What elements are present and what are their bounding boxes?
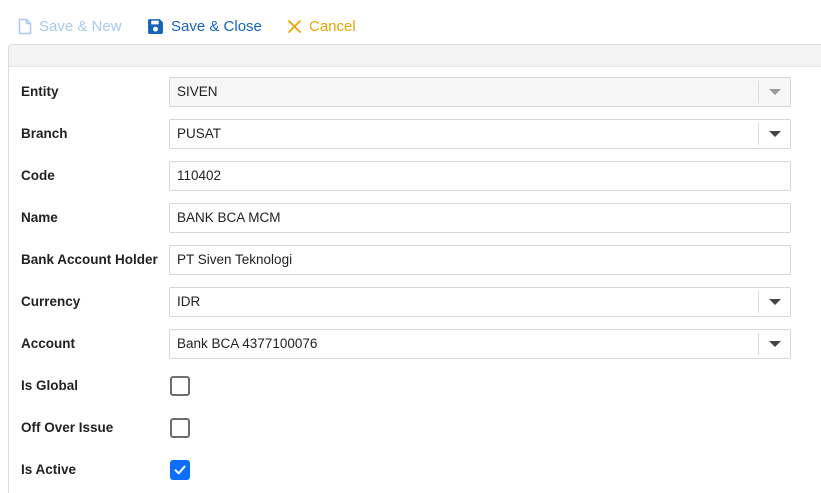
currency-row: Currency IDR xyxy=(0,287,821,317)
chevron-down-icon xyxy=(768,131,781,137)
bank-account-holder-input[interactable]: PT Siven Teknologi xyxy=(169,245,791,275)
close-icon xyxy=(288,19,301,33)
entity-row: Entity SIVEN xyxy=(0,77,821,107)
account-dropdown-toggle[interactable] xyxy=(758,333,790,355)
bank-account-holder-row: Bank Account Holder PT Siven Teknologi xyxy=(0,245,821,275)
account-label: Account xyxy=(21,336,75,351)
save-and-close-label: Save & Close xyxy=(171,17,262,35)
is-active-checkbox[interactable] xyxy=(170,460,190,480)
file-icon xyxy=(18,18,32,34)
branch-value: PUSAT xyxy=(177,126,222,141)
chevron-down-icon xyxy=(768,341,781,347)
branch-dropdown-toggle[interactable] xyxy=(758,123,790,145)
code-value: 110402 xyxy=(177,168,222,183)
currency-dropdown-toggle[interactable] xyxy=(758,291,790,313)
branch-row: Branch PUSAT xyxy=(0,119,821,149)
is-active-row: Is Active xyxy=(0,455,821,485)
off-over-issue-row: Off Over Issue xyxy=(0,413,821,443)
is-global-label: Is Global xyxy=(21,378,79,393)
floppy-disk-icon xyxy=(148,18,163,34)
code-input[interactable]: 110402 xyxy=(169,161,791,191)
currency-value: IDR xyxy=(177,294,201,309)
form-page: Save & New Save & Close Cancel Entity SI… xyxy=(0,0,821,493)
branch-label: Branch xyxy=(21,126,68,141)
is-active-label: Is Active xyxy=(21,462,77,477)
name-input[interactable]: BANK BCA MCM xyxy=(169,203,791,233)
currency-select[interactable]: IDR xyxy=(169,287,791,317)
name-label: Name xyxy=(21,210,58,225)
chevron-down-icon xyxy=(768,299,781,305)
branch-select[interactable]: PUSAT xyxy=(169,119,791,149)
code-label: Code xyxy=(21,168,55,183)
bank-account-holder-value: PT Siven Teknologi xyxy=(177,252,293,267)
save-and-new-button[interactable]: Save & New xyxy=(18,14,122,38)
account-select[interactable]: Bank BCA 4377100076 xyxy=(169,329,791,359)
chevron-down-icon xyxy=(768,89,781,95)
name-row: Name BANK BCA MCM xyxy=(0,203,821,233)
cancel-label: Cancel xyxy=(309,17,356,35)
entity-value: SIVEN xyxy=(177,84,218,99)
save-and-new-label: Save & New xyxy=(39,17,122,35)
code-row: Code 110402 xyxy=(0,161,821,191)
account-row: Account Bank BCA 4377100076 xyxy=(0,329,821,359)
entity-dropdown-toggle[interactable] xyxy=(758,81,790,103)
toolbar: Save & New Save & Close Cancel xyxy=(0,0,821,44)
is-global-row: Is Global xyxy=(0,371,821,401)
entity-select[interactable]: SIVEN xyxy=(169,77,791,107)
save-and-close-button[interactable]: Save & Close xyxy=(147,14,262,38)
cancel-button[interactable]: Cancel xyxy=(287,14,356,38)
account-value: Bank BCA 4377100076 xyxy=(177,336,318,351)
bank-account-holder-label: Bank Account Holder xyxy=(21,252,158,267)
is-global-checkbox[interactable] xyxy=(170,376,190,396)
off-over-issue-label: Off Over Issue xyxy=(21,420,114,435)
off-over-issue-checkbox[interactable] xyxy=(170,418,190,438)
entity-label: Entity xyxy=(21,84,59,99)
panel-header xyxy=(9,45,821,67)
checkmark-icon xyxy=(174,465,186,475)
name-value: BANK BCA MCM xyxy=(177,210,281,225)
currency-label: Currency xyxy=(21,294,81,309)
